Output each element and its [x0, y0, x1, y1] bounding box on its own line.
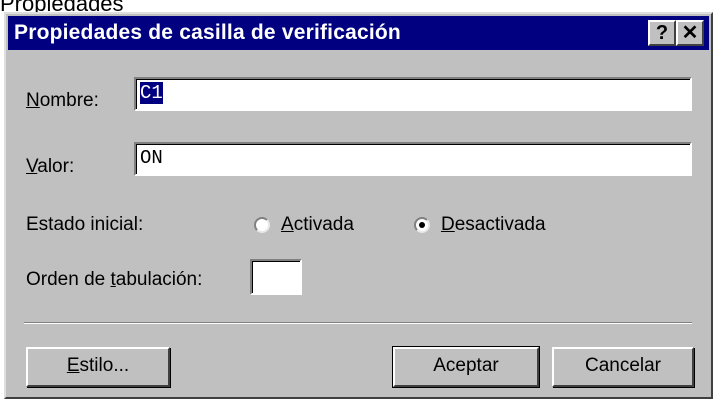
radio-activada[interactable] — [254, 217, 270, 233]
radio-activada-rest: ctivada — [293, 214, 354, 235]
style-button-rest: stilo... — [79, 355, 130, 376]
title-bar: Propiedades de casilla de verificación ?… — [8, 16, 709, 50]
separator-highlight — [24, 323, 692, 324]
name-input[interactable]: C1 — [134, 77, 692, 111]
checkbox-properties-dialog: Propiedades de casilla de verificación ?… — [4, 12, 713, 399]
value-input[interactable]: ON — [134, 142, 692, 176]
style-button[interactable]: Estilo... — [26, 347, 170, 387]
value-label: Valor: — [26, 156, 74, 178]
radio-desactivada-rest: esactivada — [454, 214, 546, 235]
tab-order-label: Orden de tabulación: — [26, 269, 202, 291]
initial-state-label: Estado inicial: — [26, 214, 144, 235]
radio-desactivada[interactable] — [414, 217, 430, 233]
tab-order-label-post: abulación: — [115, 269, 203, 290]
name-label: Nombre: — [26, 90, 99, 112]
ok-button[interactable]: Aceptar — [392, 346, 540, 388]
style-button-mnemonic: E — [66, 355, 80, 376]
radio-activada-label[interactable]: Activada — [281, 214, 354, 236]
help-button[interactable]: ? — [648, 20, 676, 46]
value-input-value: ON — [140, 147, 163, 169]
tab-order-input[interactable] — [250, 259, 302, 295]
radio-desactivada-mnemonic: D — [441, 214, 455, 235]
cancel-button[interactable]: Cancelar — [552, 347, 694, 387]
value-label-rest: alor: — [37, 156, 75, 177]
value-label-mnemonic: V — [26, 156, 38, 177]
radio-selected-dot — [419, 222, 425, 228]
dialog-title: Propiedades de casilla de verificación — [14, 21, 401, 44]
name-label-rest: ombre: — [39, 90, 99, 111]
radio-activada-mnemonic: A — [281, 214, 294, 235]
tab-order-label-pre: Orden de — [26, 269, 111, 290]
name-input-value: C1 — [140, 82, 163, 104]
close-button[interactable]: ✕ — [676, 20, 704, 46]
name-label-mnemonic: N — [26, 90, 40, 111]
radio-desactivada-label[interactable]: Desactivada — [441, 214, 546, 236]
close-icon: ✕ — [681, 22, 699, 44]
